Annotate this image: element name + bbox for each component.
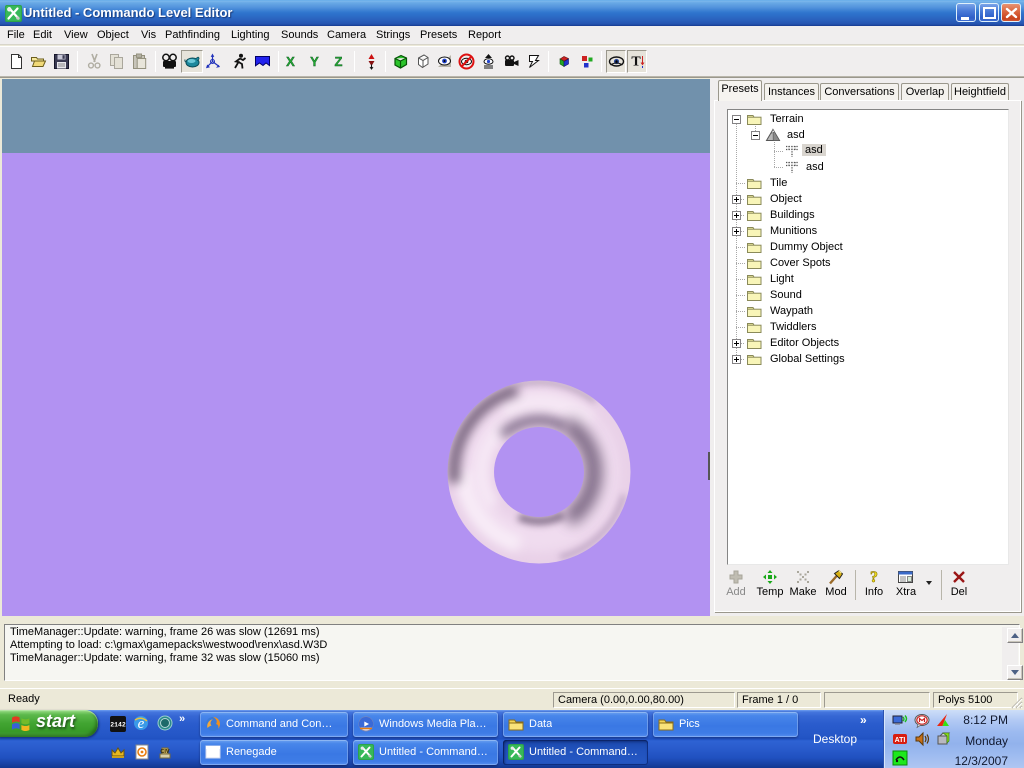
svg-text:X: X <box>286 54 295 69</box>
svg-text:2142: 2142 <box>110 722 126 729</box>
svg-text:Z: Z <box>335 54 343 69</box>
svg-text:T: T <box>631 55 641 70</box>
svg-text:ATI: ATI <box>895 737 906 744</box>
svg-text:CIV: CIV <box>160 749 170 755</box>
svg-text:?: ? <box>870 569 878 586</box>
svg-text:Y: Y <box>310 54 319 69</box>
